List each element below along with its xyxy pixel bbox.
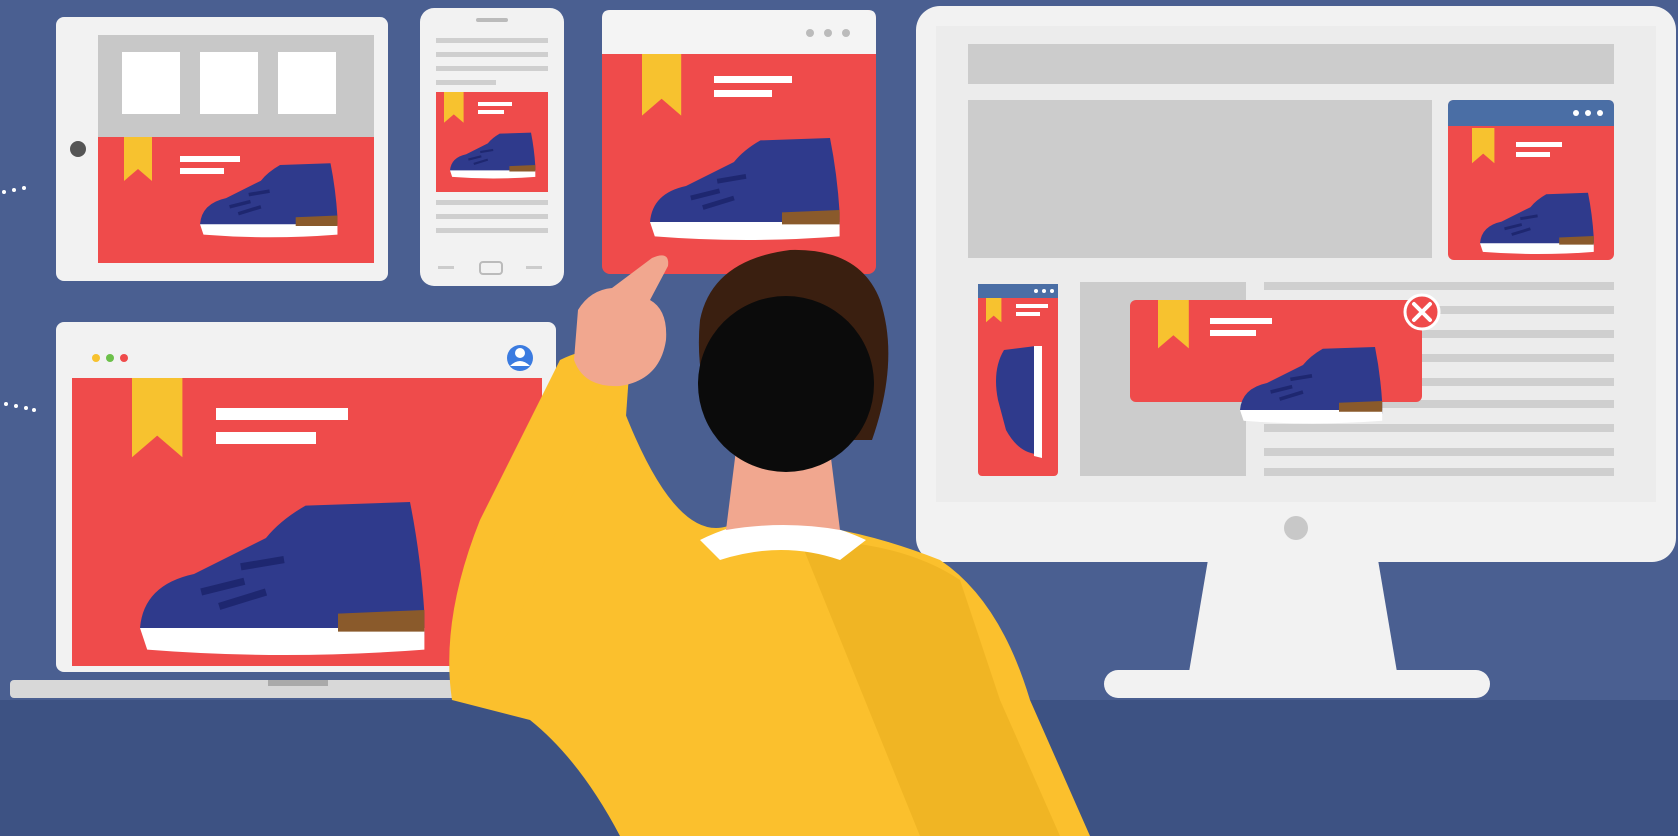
tablet xyxy=(56,17,388,281)
illustration xyxy=(0,0,1678,836)
smartphone xyxy=(420,8,564,286)
close-icon[interactable] xyxy=(1403,293,1441,331)
phone-ad-banner xyxy=(436,92,548,192)
tablet-ad-banner xyxy=(98,137,374,263)
monitor-vertical-ad xyxy=(978,284,1058,476)
monitor-ad-banner-small xyxy=(1448,100,1614,260)
tablet-home-button xyxy=(70,141,86,157)
monitor-power-button xyxy=(1284,516,1308,540)
browser-window xyxy=(602,10,876,274)
person-head xyxy=(698,296,874,472)
avatar-icon xyxy=(507,345,533,371)
